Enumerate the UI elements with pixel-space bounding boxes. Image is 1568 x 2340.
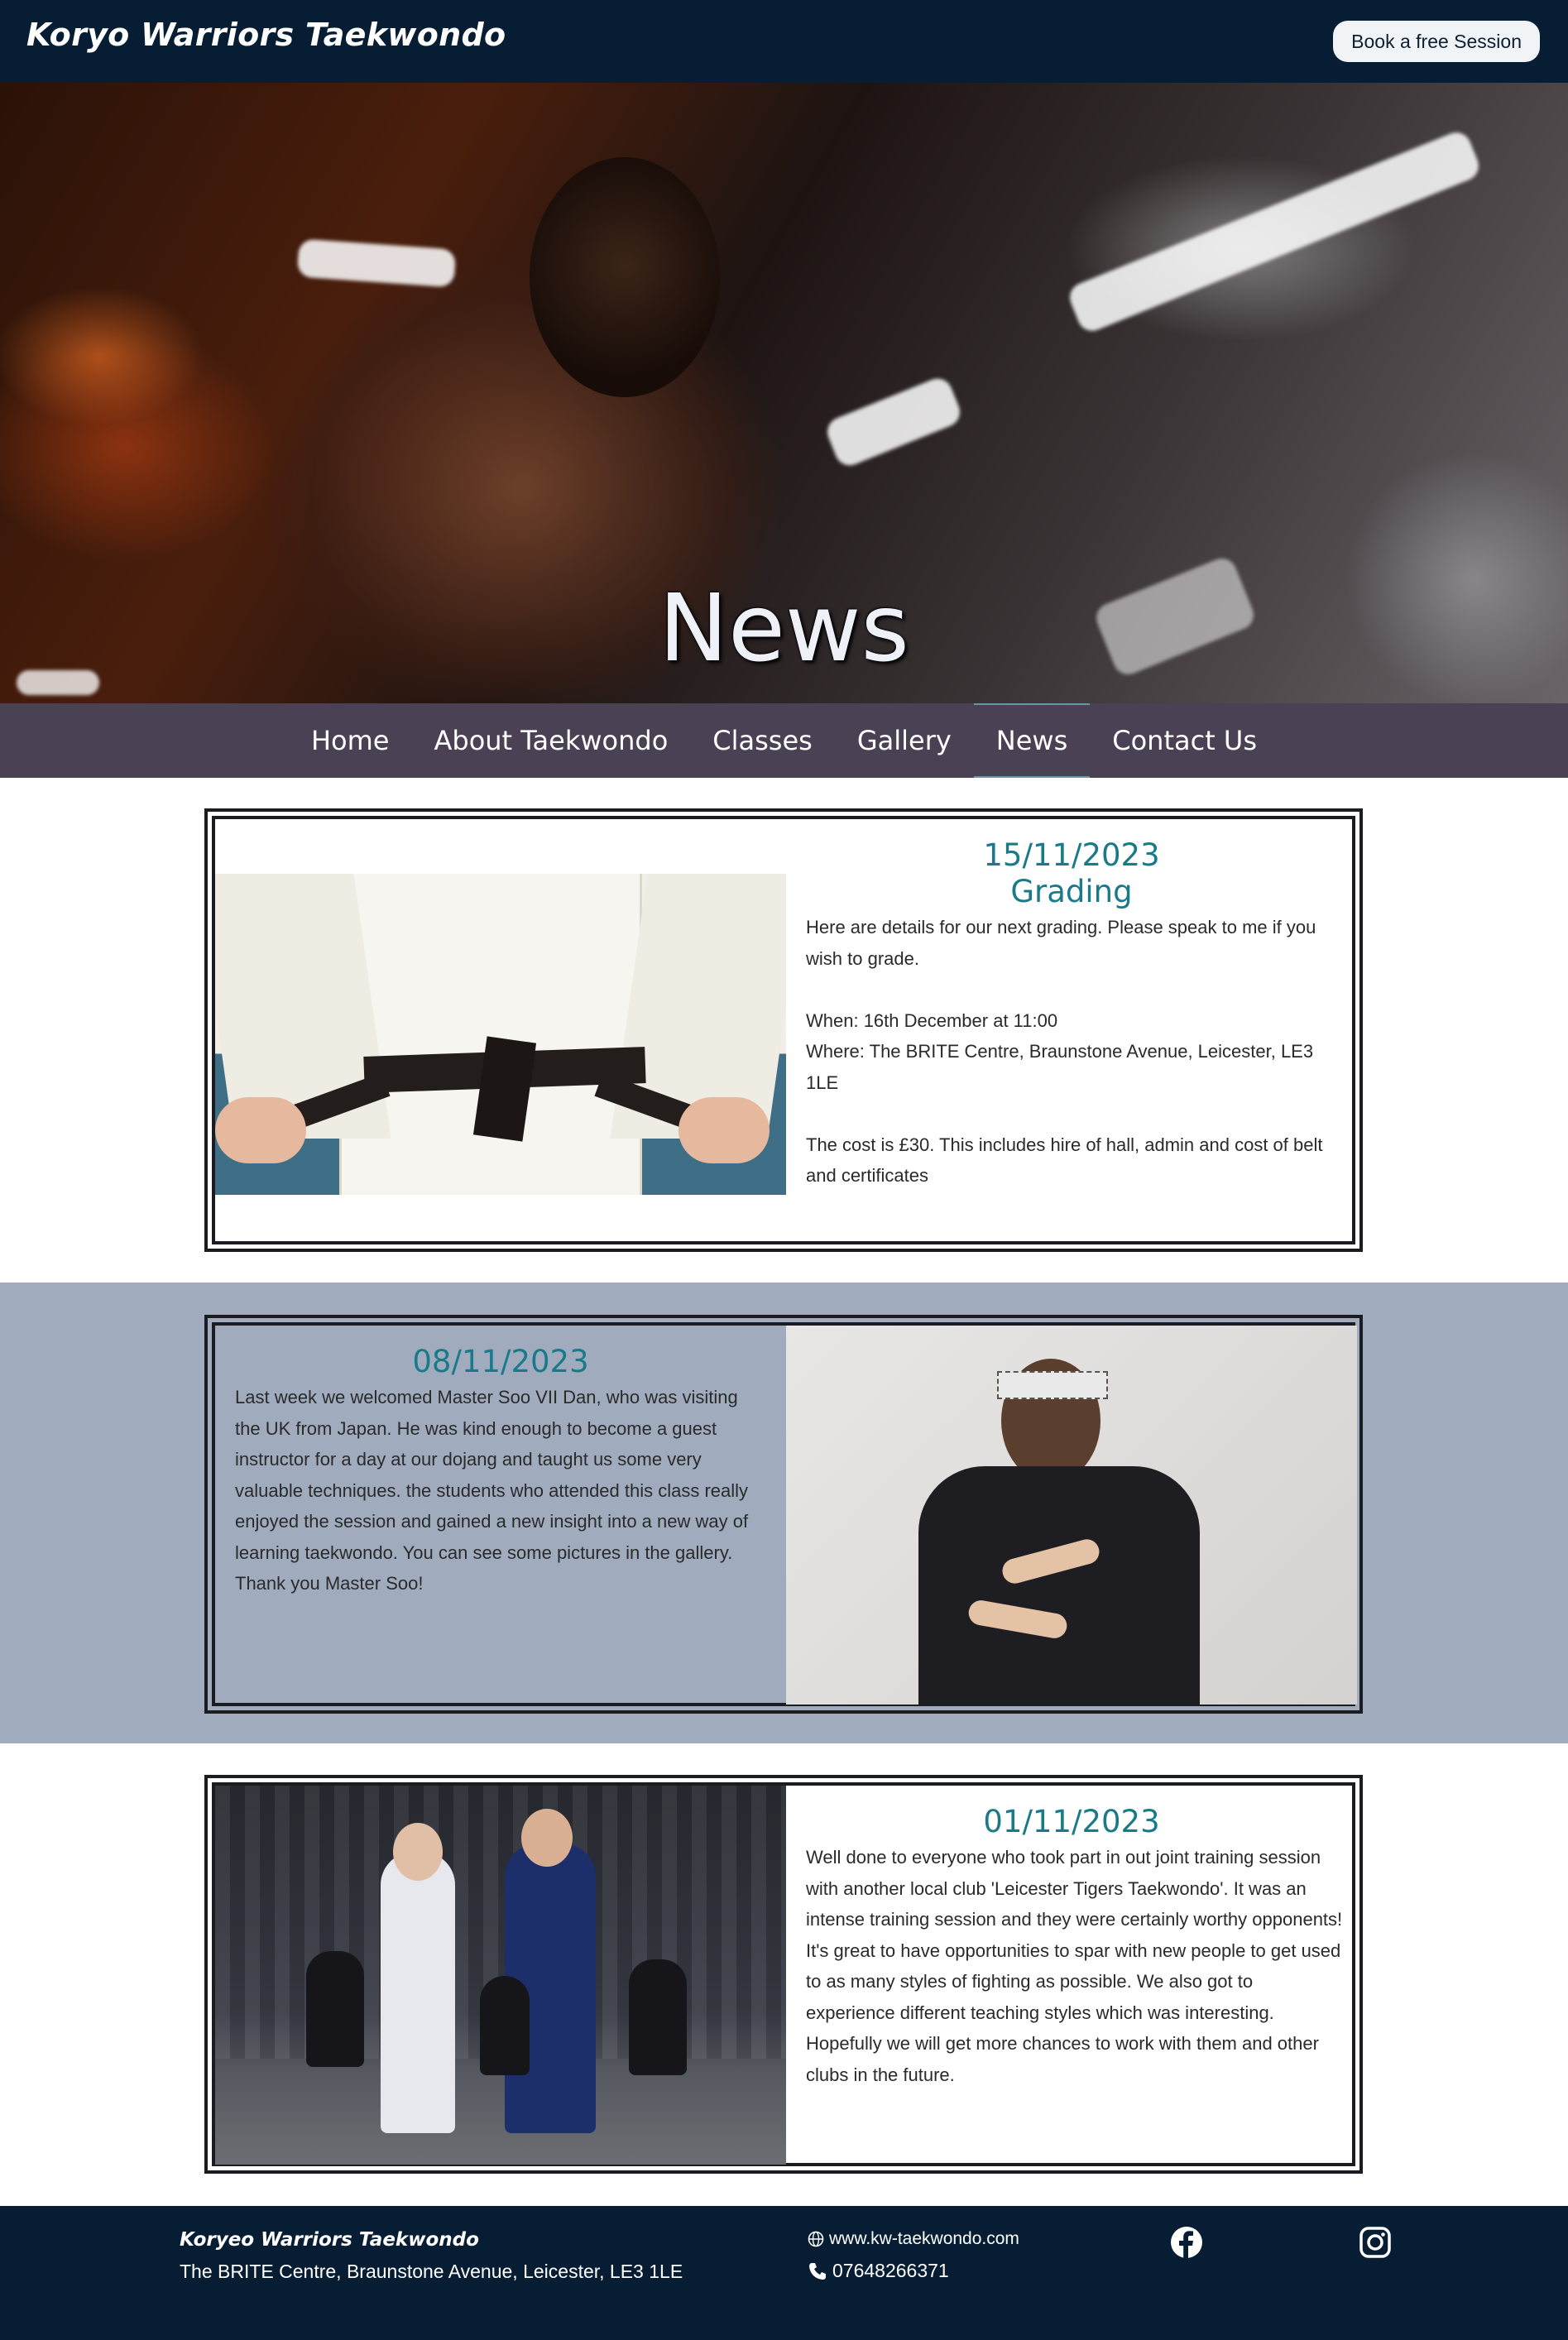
nav-home[interactable]: Home bbox=[289, 703, 412, 778]
globe-icon bbox=[808, 2231, 824, 2247]
nav-news[interactable]: News bbox=[973, 703, 1091, 778]
article-date: 01/11/2023 bbox=[983, 1804, 1160, 1839]
article-body: Well done to everyone who took part in o… bbox=[806, 1847, 1343, 2085]
facebook-icon[interactable] bbox=[1170, 2226, 1203, 2259]
nav-about-taekwondo[interactable]: About Taekwondo bbox=[411, 703, 690, 778]
master-soo-photo bbox=[786, 1326, 1357, 1705]
book-free-session-button[interactable]: Book a free Session bbox=[1333, 21, 1540, 62]
article-date: 15/11/2023 bbox=[983, 837, 1160, 873]
news-section-3: 01/11/2023 Well done to everyone who too… bbox=[0, 1743, 1568, 2204]
footer-phone[interactable]: 07648266371 bbox=[808, 2260, 949, 2282]
footer-website[interactable]: www.kw-taekwondo.com bbox=[808, 2229, 1019, 2249]
kids-sparring-photo bbox=[215, 1786, 786, 2165]
page-title: News bbox=[659, 575, 909, 683]
news-card: 15/11/2023 Grading Here are details for … bbox=[204, 808, 1363, 1252]
footer-address: The BRITE Centre, Braunstone Avenue, Lei… bbox=[180, 2261, 683, 2282]
main-nav: Home About Taekwondo Classes Gallery New… bbox=[0, 703, 1568, 778]
news-card: 08/11/2023 Last week we welcomed Master … bbox=[204, 1315, 1363, 1714]
article-date: 08/11/2023 bbox=[412, 1344, 589, 1379]
nav-gallery[interactable]: Gallery bbox=[835, 703, 974, 778]
hero-photo-head bbox=[530, 157, 720, 397]
article-body: Last week we welcomed Master Soo VII Dan… bbox=[235, 1387, 749, 1594]
news-card: 01/11/2023 Well done to everyone who too… bbox=[204, 1775, 1363, 2174]
nav-contact-us[interactable]: Contact Us bbox=[1090, 703, 1279, 778]
site-brand[interactable]: Koryo Warriors Taekwondo bbox=[26, 17, 506, 53]
hero-banner: News bbox=[0, 83, 1568, 703]
site-header: Koryo Warriors Taekwondo Book a free Ses… bbox=[0, 0, 1568, 83]
article-heading: Grading bbox=[1010, 874, 1133, 909]
phone-icon bbox=[809, 2262, 826, 2280]
news-card-inner: 08/11/2023 Last week we welcomed Master … bbox=[212, 1322, 1357, 1706]
footer-website-link[interactable]: www.kw-taekwondo.com bbox=[829, 2229, 1019, 2249]
news-section-1: 15/11/2023 Grading Here are details for … bbox=[0, 778, 1568, 1283]
site-footer: Koryeo Warriors Taekwondo The BRITE Cent… bbox=[0, 2206, 1568, 2340]
footer-brand: Koryeo Warriors Taekwondo bbox=[180, 2229, 479, 2251]
news-section-2: 08/11/2023 Last week we welcomed Master … bbox=[0, 1283, 1568, 1743]
nav-classes[interactable]: Classes bbox=[690, 703, 835, 778]
instagram-icon[interactable] bbox=[1359, 2226, 1392, 2259]
news-card-inner: 01/11/2023 Well done to everyone who too… bbox=[212, 1782, 1355, 2166]
article-body: Here are details for our next grading. P… bbox=[806, 917, 1323, 1186]
news-card-inner: 15/11/2023 Grading Here are details for … bbox=[212, 816, 1355, 1244]
black-belt-photo bbox=[215, 874, 786, 1195]
footer-phone-number[interactable]: 07648266371 bbox=[832, 2260, 949, 2282]
